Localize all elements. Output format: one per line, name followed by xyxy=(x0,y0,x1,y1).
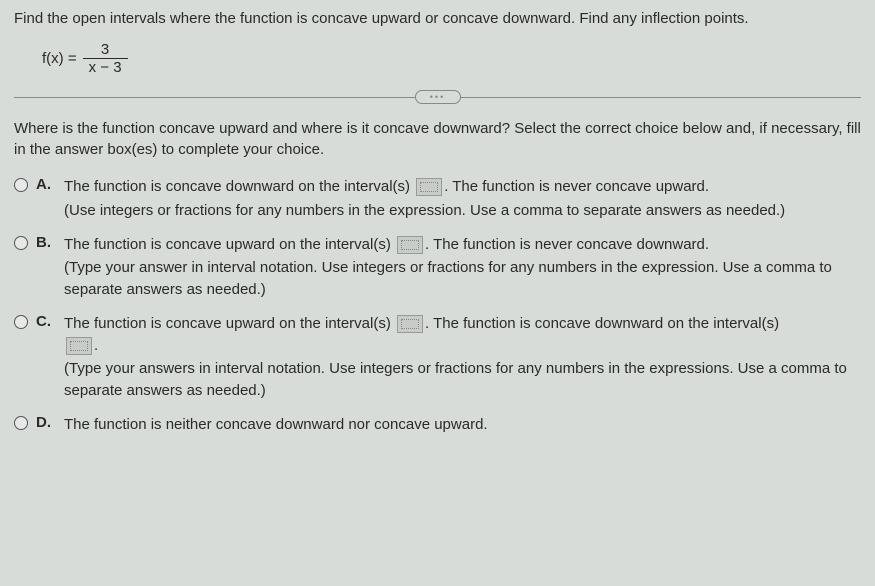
answer-box-a[interactable] xyxy=(416,178,442,196)
choice-c: C. The function is concave upward on the… xyxy=(14,313,861,402)
choice-b: B. The function is concave upward on the… xyxy=(14,234,861,301)
sub-question: Where is the function concave upward and… xyxy=(14,118,861,160)
choice-a-letter: A. xyxy=(36,176,56,193)
expand-button[interactable]: ••• xyxy=(415,90,461,104)
choice-c-letter: C. xyxy=(36,313,56,330)
choice-b-body: The function is concave upward on the in… xyxy=(64,234,861,301)
choice-c-mid: . The function is concave downward on th… xyxy=(425,315,779,332)
choice-d-letter: D. xyxy=(36,414,56,431)
choice-d-text: The function is neither concave downward… xyxy=(64,416,488,433)
choice-d-body: The function is neither concave downward… xyxy=(64,414,861,436)
choice-a-pre: The function is concave downward on the … xyxy=(64,178,414,195)
choice-b-post: . The function is never concave downward… xyxy=(425,236,709,253)
choice-a-hint: (Use integers or fractions for any numbe… xyxy=(64,200,861,222)
choice-c-pre: The function is concave upward on the in… xyxy=(64,315,395,332)
radio-b[interactable] xyxy=(14,236,28,250)
choice-c-post: . xyxy=(94,337,98,354)
fraction: 3 x − 3 xyxy=(83,41,128,76)
radio-a[interactable] xyxy=(14,178,28,192)
separator: ••• xyxy=(14,90,861,104)
choice-c-hint: (Type your answers in interval notation.… xyxy=(64,358,861,402)
formula-lhs: f(x) = xyxy=(42,50,77,67)
function-definition: f(x) = 3 x − 3 xyxy=(42,41,861,76)
choice-b-letter: B. xyxy=(36,234,56,251)
choice-c-body: The function is concave upward on the in… xyxy=(64,313,861,402)
answer-box-b[interactable] xyxy=(397,236,423,254)
choice-d: D. The function is neither concave downw… xyxy=(14,414,861,436)
question-prompt: Find the open intervals where the functi… xyxy=(14,8,861,29)
radio-c[interactable] xyxy=(14,315,28,329)
radio-d[interactable] xyxy=(14,416,28,430)
answer-box-c2[interactable] xyxy=(66,337,92,355)
choice-b-pre: The function is concave upward on the in… xyxy=(64,236,395,253)
choice-a-body: The function is concave downward on the … xyxy=(64,176,861,222)
choice-b-hint: (Type your answer in interval notation. … xyxy=(64,257,861,301)
denominator: x − 3 xyxy=(83,58,128,76)
choice-a-post: . The function is never concave upward. xyxy=(444,178,709,195)
choice-a: A. The function is concave downward on t… xyxy=(14,176,861,222)
answer-box-c1[interactable] xyxy=(397,315,423,333)
numerator: 3 xyxy=(95,41,115,58)
